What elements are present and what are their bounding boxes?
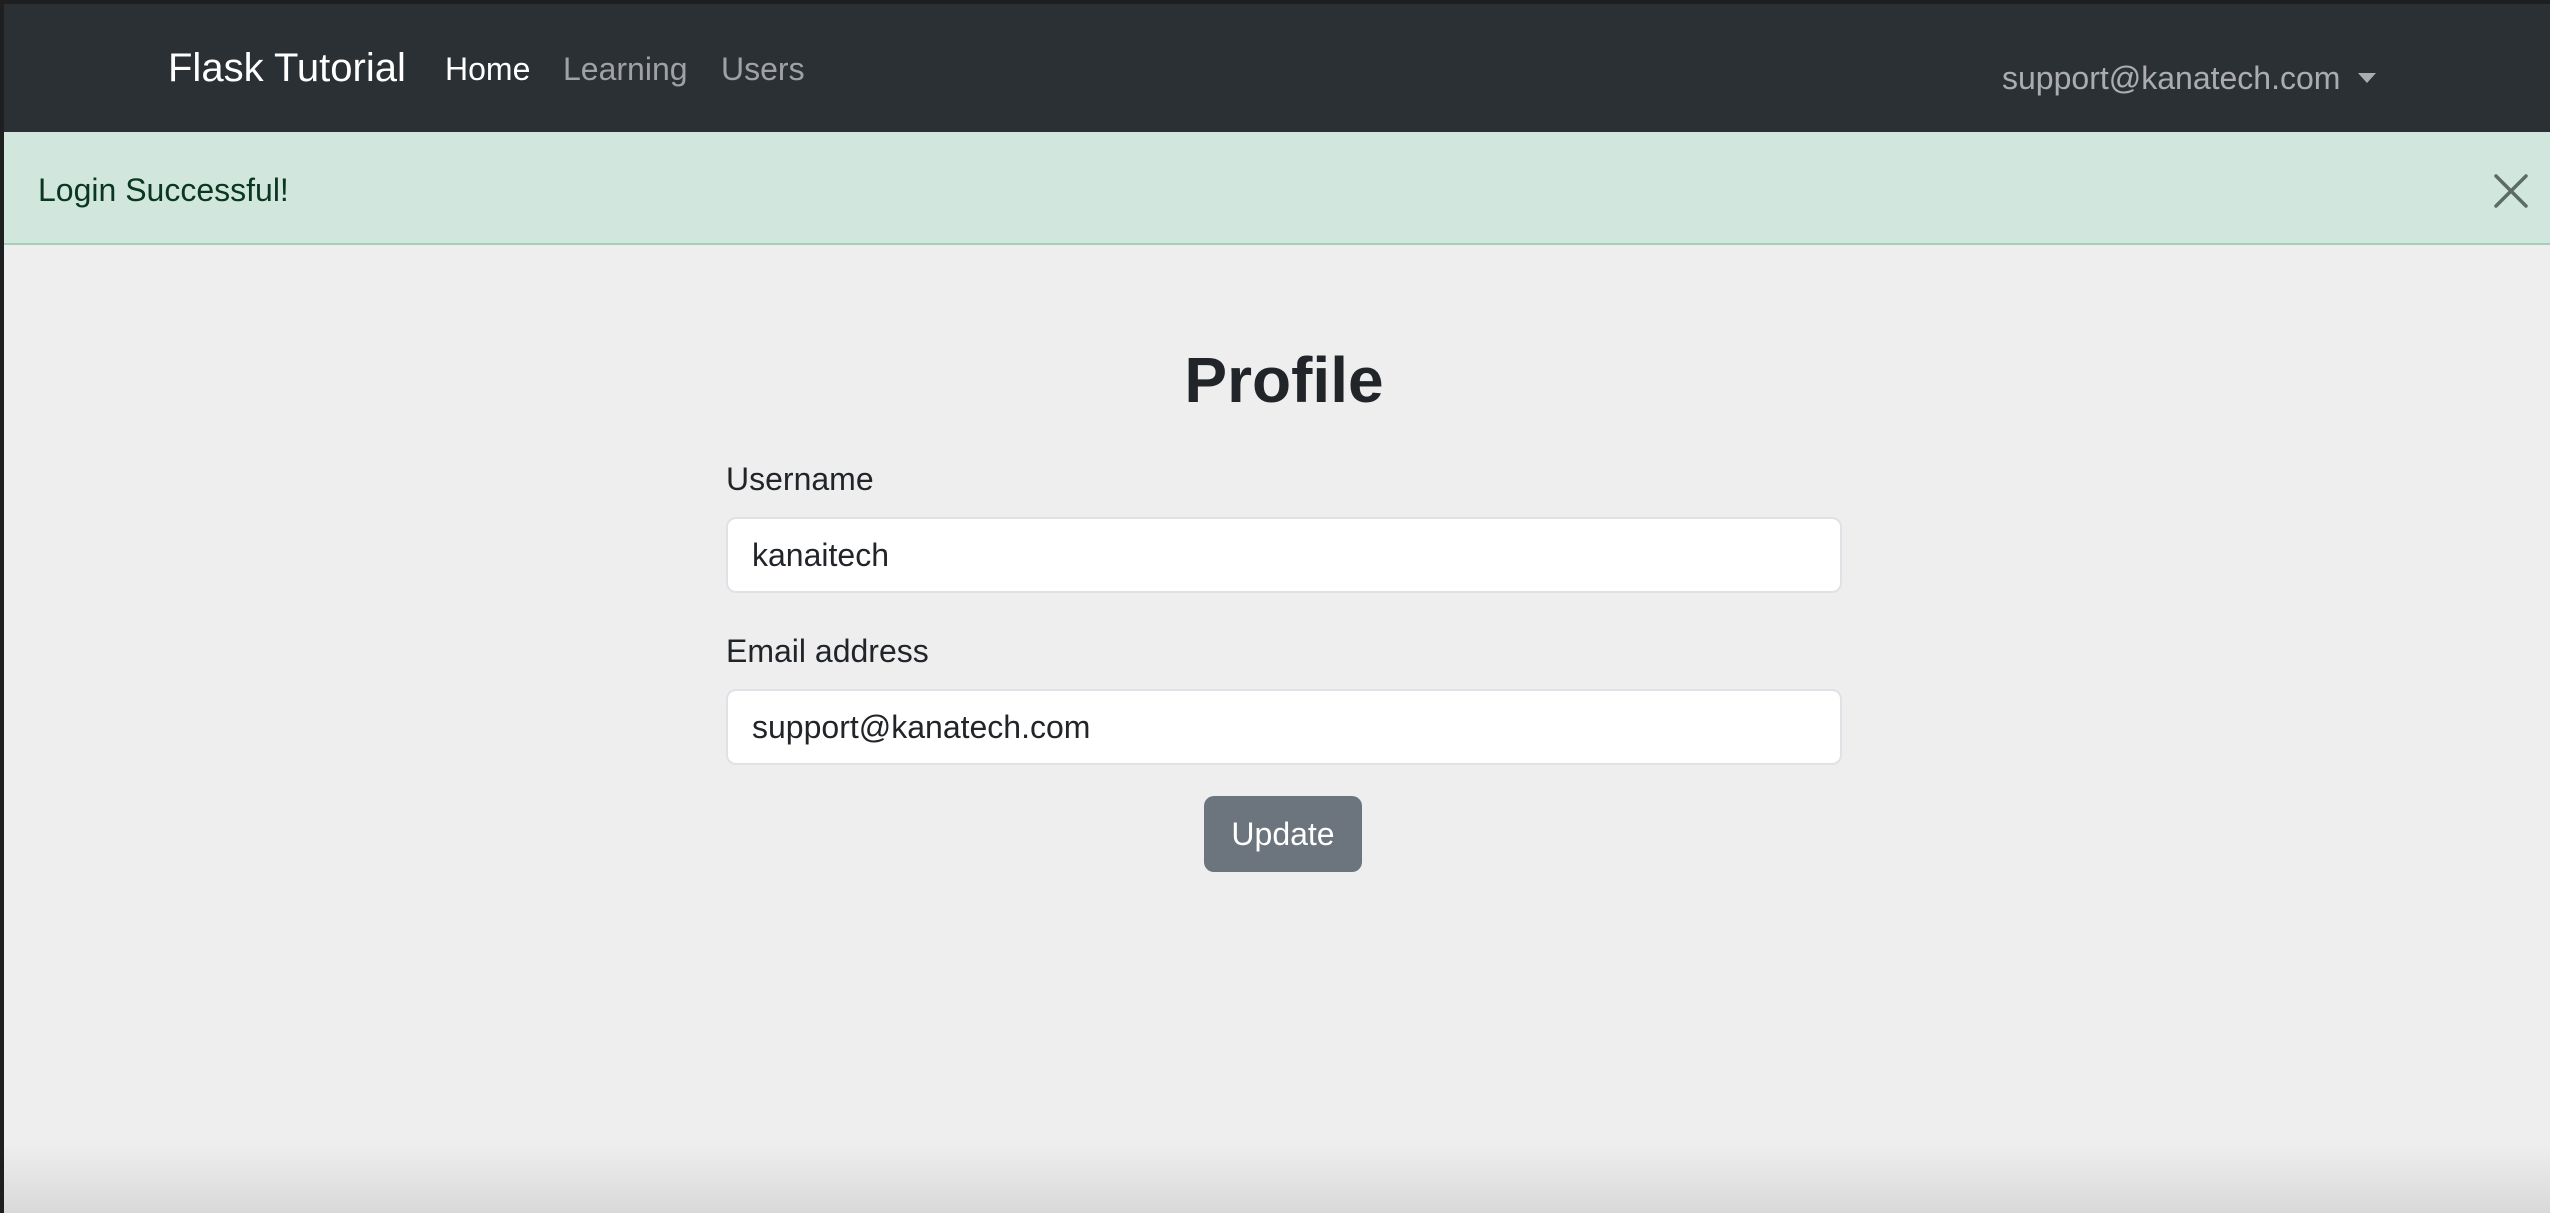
user-email-label: support@kanatech.com bbox=[2002, 60, 2341, 96]
caret-down-icon bbox=[2358, 73, 2377, 83]
user-dropdown[interactable]: support@kanatech.com bbox=[2002, 58, 2377, 98]
username-input[interactable] bbox=[726, 517, 1842, 593]
alert-message: Login Successful! bbox=[38, 172, 289, 208]
email-input[interactable] bbox=[726, 689, 1842, 765]
nav-link-users[interactable]: Users bbox=[721, 49, 805, 89]
success-alert: Login Successful! bbox=[4, 132, 2550, 245]
top-navbar: Flask Tutorial Home Learning Users suppo… bbox=[4, 4, 2550, 132]
browser-window: Flask Tutorial Home Learning Users suppo… bbox=[4, 4, 2550, 1213]
window-bottom-shadow bbox=[4, 1144, 2550, 1213]
close-icon[interactable] bbox=[2492, 172, 2530, 210]
page-title: Profile bbox=[1184, 344, 1384, 416]
nav-link-home[interactable]: Home bbox=[445, 49, 530, 89]
username-label: Username bbox=[726, 461, 874, 497]
update-button[interactable]: Update bbox=[1204, 796, 1362, 872]
nav-link-learning[interactable]: Learning bbox=[563, 49, 688, 89]
brand-link[interactable]: Flask Tutorial bbox=[168, 44, 406, 92]
email-label: Email address bbox=[726, 633, 929, 669]
